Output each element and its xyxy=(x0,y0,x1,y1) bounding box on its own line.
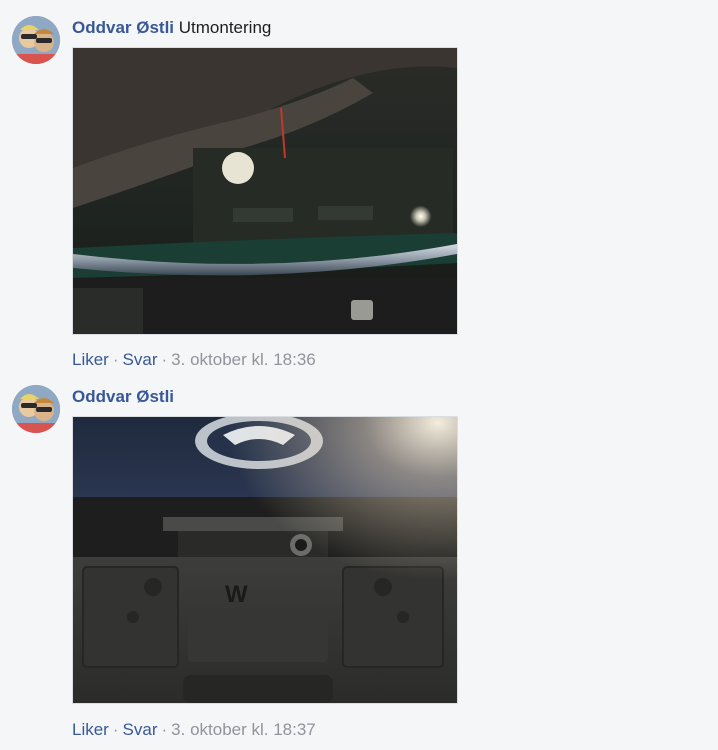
comment-photo[interactable]: W xyxy=(72,416,458,704)
comment-text: Utmontering xyxy=(178,18,272,37)
comment-1: Oddvar Østli Utmontering Liker · Svar · … xyxy=(0,0,718,375)
like-link[interactable]: Liker xyxy=(72,720,109,739)
comment-actions: Liker · Svar · 3. oktober kl. 18:36 xyxy=(72,349,316,371)
comment-header: Oddvar Østli xyxy=(72,386,174,408)
timestamp[interactable]: 3. oktober kl. 18:36 xyxy=(171,350,316,369)
author-name[interactable]: Oddvar Østli xyxy=(72,387,174,406)
comment-2: Oddvar Østli Liker · Svar · 3. oktober k… xyxy=(0,375,718,750)
avatar[interactable] xyxy=(12,385,60,433)
author-name[interactable]: Oddvar Østli xyxy=(72,18,174,37)
avatar[interactable] xyxy=(12,16,60,64)
avatar-icon xyxy=(12,385,60,433)
separator: · xyxy=(161,720,168,739)
separator: · xyxy=(161,350,168,369)
timestamp[interactable]: 3. oktober kl. 18:37 xyxy=(171,720,316,739)
avatar-icon xyxy=(12,16,60,64)
comment-header: Oddvar Østli Utmontering xyxy=(72,17,271,39)
photo-trunk-interior-icon xyxy=(73,48,457,334)
separator: · xyxy=(112,350,119,369)
comment-actions: Liker · Svar · 3. oktober kl. 18:37 xyxy=(72,719,316,741)
reply-link[interactable]: Svar xyxy=(123,720,158,739)
reply-link[interactable]: Svar xyxy=(123,350,158,369)
separator: · xyxy=(112,720,119,739)
comment-photo[interactable] xyxy=(72,47,458,335)
like-link[interactable]: Liker xyxy=(72,350,109,369)
photo-license-plate-area-icon: W xyxy=(73,417,457,703)
